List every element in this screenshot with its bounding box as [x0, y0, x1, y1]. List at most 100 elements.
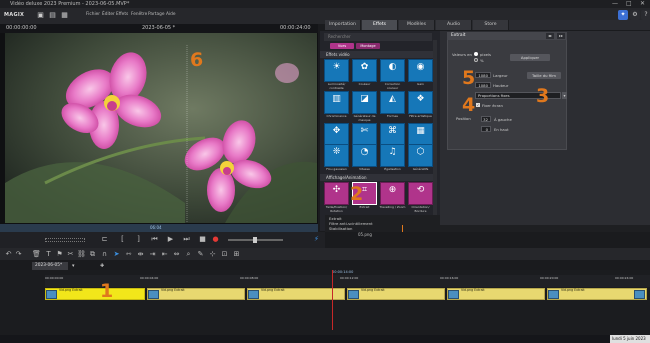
menu-editer[interactable]: Éditer: [102, 12, 115, 17]
fx-gain-tile[interactable]: ◉: [408, 59, 433, 82]
link-icon[interactable]: ⛓: [77, 250, 86, 259]
menu-fenetre[interactable]: Fenêtre: [131, 12, 147, 17]
preview-scrub-bar[interactable]: 06:04: [0, 224, 318, 232]
fx-luminosite-tile[interactable]: ☀: [324, 59, 349, 82]
help-icon[interactable]: ?: [641, 10, 650, 20]
fx-vegas-stabilization-tile[interactable]: ✥: [324, 123, 349, 146]
blur-icon: ❊: [332, 147, 341, 157]
fullscreen-icon[interactable]: ⚡: [312, 235, 321, 244]
fx-formes-tile[interactable]: ◭: [380, 91, 405, 114]
video-frame[interactable]: [5, 33, 317, 223]
menu-aide[interactable]: Aide: [166, 12, 176, 17]
snap-icon[interactable]: ⊞: [232, 250, 241, 259]
redo-icon[interactable]: ↷: [14, 250, 23, 259]
keyframe-strip[interactable]: [440, 225, 650, 232]
marker-icon[interactable]: ⚑: [55, 250, 64, 259]
effect-list-row[interactable]: Stabilisation: [329, 226, 352, 231]
timeline-ruler[interactable]: 00:00:00:00 00:00:04:00 00:00:08:00 00:0…: [45, 275, 650, 287]
save-icon[interactable]: ▦: [60, 11, 69, 20]
fx-flou-gaussien-tile[interactable]: ❊: [324, 144, 349, 167]
pen-icon[interactable]: ✎: [196, 250, 205, 259]
record-icon[interactable]: ●: [211, 235, 220, 244]
fx-bullet-tile[interactable]: ✄: [352, 123, 377, 146]
category-affichage-animation[interactable]: Affichage/Animation: [320, 174, 433, 181]
reset-icon[interactable]: ◂▸: [546, 33, 554, 39]
menu-partage[interactable]: Partage: [148, 12, 165, 17]
settings-icon[interactable]: ⚙: [630, 10, 640, 20]
fx-generateur-masque-tile[interactable]: ◪: [352, 91, 377, 114]
menu-fichier[interactable]: Fichier: [86, 12, 100, 17]
fx-egalisation-tile[interactable]: ♫: [380, 144, 405, 167]
tab-audio[interactable]: Audio: [436, 20, 472, 30]
cursor-multi-icon[interactable]: ⊹: [208, 250, 217, 259]
fx-generatifs-tile[interactable]: ⬡: [408, 144, 433, 167]
lock-icon[interactable]: ⊡: [220, 250, 229, 259]
stretch-icon[interactable]: ⇹: [136, 250, 145, 259]
pos-x-field[interactable]: 32: [481, 116, 491, 122]
zoom-tool-icon[interactable]: ⌕: [184, 250, 193, 259]
mode-switch-icon[interactable]: ✦: [618, 10, 628, 20]
bracket-open-icon[interactable]: [: [118, 235, 127, 244]
bracket-close-icon[interactable]: ]: [134, 235, 143, 244]
movie-size-button[interactable]: Taille du film: [527, 72, 561, 79]
apply-button[interactable]: Appliquer: [510, 54, 550, 61]
menu-effets[interactable]: Effets: [116, 12, 128, 17]
tab-dropdown-icon[interactable]: ▾: [72, 263, 75, 269]
new-icon[interactable]: ▣: [36, 11, 45, 20]
open-folder-icon[interactable]: ▤: [48, 11, 57, 20]
mark-in-icon[interactable]: ⊏: [100, 235, 109, 244]
project-tab[interactable]: 2023-06-05*: [32, 262, 68, 270]
slip-icon[interactable]: ⇤: [160, 250, 169, 259]
close-button[interactable]: ✕: [640, 0, 645, 8]
tab-modeles[interactable]: Modèles: [399, 20, 435, 30]
tab-store[interactable]: Store: [473, 20, 509, 30]
effects-search-input[interactable]: Rechercher: [324, 33, 432, 41]
fx-taille-position-tile[interactable]: ✣: [324, 182, 349, 205]
play-icon[interactable]: ▶: [166, 235, 175, 244]
undo-icon[interactable]: ↶: [4, 250, 13, 259]
ratio-dropdown-icon[interactable]: ▾: [562, 92, 567, 99]
trim-icon[interactable]: ⇿: [124, 250, 133, 259]
playhead-line[interactable]: [332, 270, 333, 330]
split-icon[interactable]: ✂: [66, 250, 75, 259]
fx-filtre-artistique-tile[interactable]: ❖: [408, 91, 433, 114]
effects-scrollbar[interactable]: [433, 40, 437, 230]
fx-couleur-tile[interactable]: ✿: [352, 59, 377, 82]
ripple-icon[interactable]: ⇥: [148, 250, 157, 259]
fx-correction-couleur-tile[interactable]: ◐: [380, 59, 405, 82]
height-field[interactable]: 1080: [475, 82, 491, 88]
pointer-icon[interactable]: ➤: [112, 250, 121, 259]
pill-montage[interactable]: Montage: [356, 43, 380, 49]
fx-retrait-tile[interactable]: ▦: [408, 123, 433, 146]
maximize-button[interactable]: □: [626, 0, 632, 8]
fx-label: Luminosité/ contraste: [327, 82, 346, 90]
fx-travelling-zoom-tile[interactable]: ⊕: [380, 182, 405, 205]
delete-icon[interactable]: 🗑: [32, 250, 41, 259]
volume-slider-handle[interactable]: [253, 237, 257, 243]
width-field[interactable]: 1080: [475, 72, 491, 78]
next-marker-icon[interactable]: ⏭: [182, 235, 191, 244]
text-icon[interactable]: T: [44, 250, 53, 259]
fx-vitesse-tile[interactable]: ◔: [352, 144, 377, 167]
clip-thumbnail: [348, 290, 359, 299]
pos-y-field[interactable]: 0: [481, 126, 491, 132]
prev-marker-icon[interactable]: ⏮: [150, 235, 159, 244]
fx-distorsion-tile[interactable]: ⌘: [380, 123, 405, 146]
range-icon[interactable]: ⇔: [172, 250, 181, 259]
category-effets-video[interactable]: Effets vidéo: [320, 51, 433, 58]
pill-vues[interactable]: Vues: [330, 43, 354, 49]
fixed-screen-checkbox[interactable]: ✓: [476, 103, 480, 107]
magnet-icon[interactable]: ∩: [100, 250, 109, 259]
fx-chrominance-tile[interactable]: ▥: [324, 91, 349, 114]
percent-radio[interactable]: [474, 58, 478, 62]
tab-importation[interactable]: Importation: [325, 20, 361, 30]
tab-add-icon[interactable]: ✚: [100, 263, 104, 269]
pixels-radio[interactable]: [474, 52, 478, 56]
group-icon[interactable]: ⧉: [88, 250, 97, 259]
stop-icon[interactable]: ■: [198, 235, 207, 244]
jog-wheel[interactable]: [45, 238, 85, 242]
tab-effets[interactable]: Effets: [362, 20, 398, 30]
minimize-button[interactable]: —: [612, 0, 618, 8]
expand-icon[interactable]: ▸▸: [557, 33, 565, 39]
fx-orientation-bordure-tile[interactable]: ⟲: [408, 182, 433, 205]
